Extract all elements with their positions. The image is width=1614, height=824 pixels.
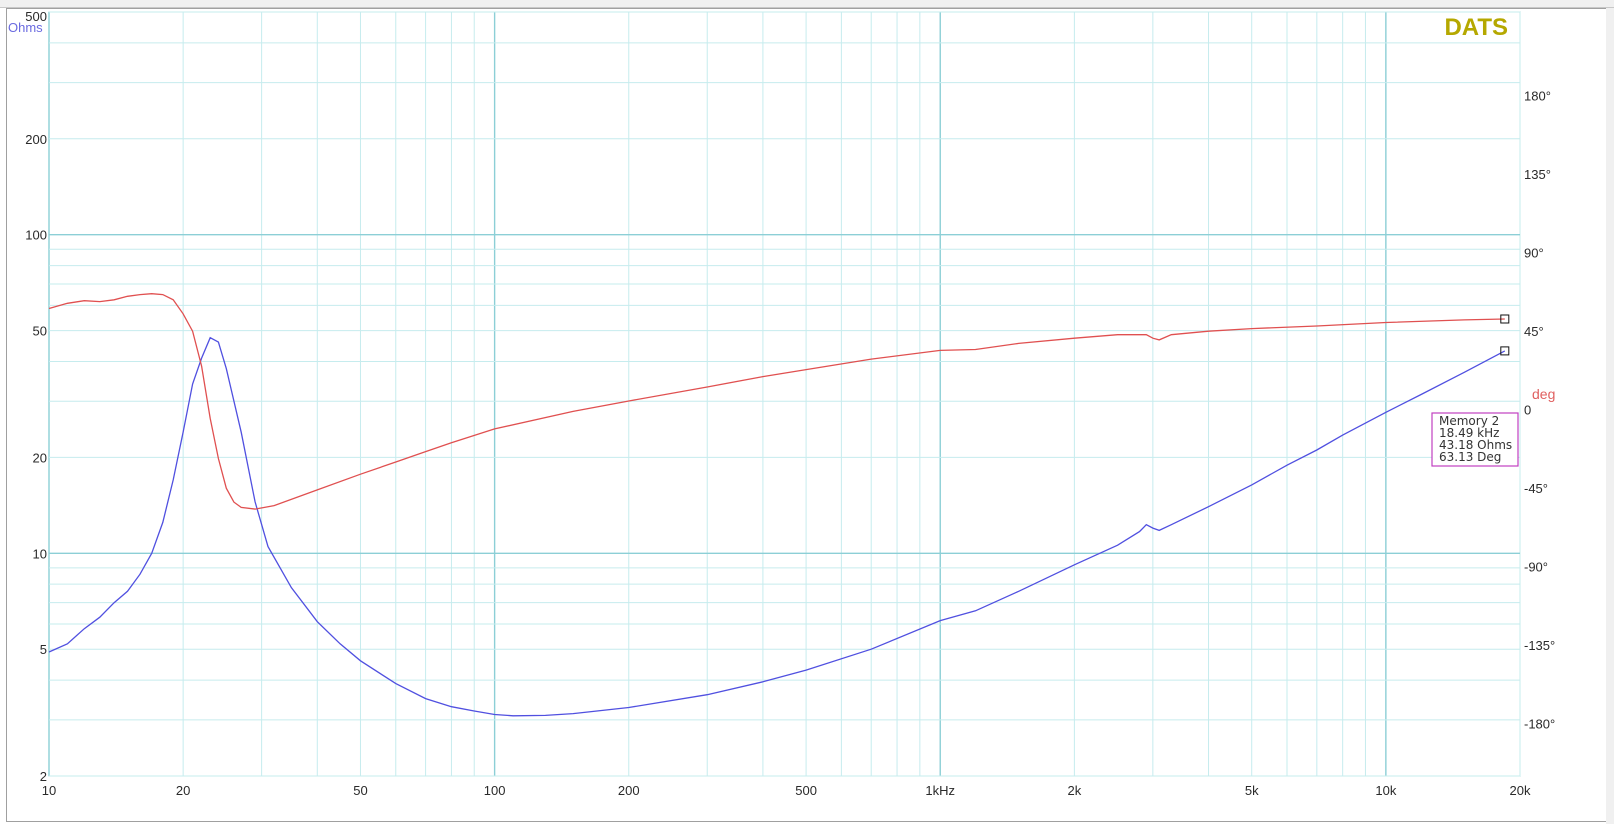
- left-y-tick-label: 50: [33, 324, 47, 339]
- left-y-tick-label: 2: [40, 769, 47, 784]
- impedance-chart[interactable]: 10 20 50 100 200 500 1kHz 2k 5k 10k 20k50020010050…: [0, 0, 1614, 824]
- right-y-tick-label: 0: [1524, 403, 1531, 418]
- x-tick-label: 1kHz: [925, 783, 955, 798]
- left-y-tick-label: 20: [33, 450, 47, 465]
- readout-line-phase: 63.13 Deg: [1439, 450, 1501, 464]
- x-tick-label: 10k: [1375, 783, 1396, 798]
- x-tick-label: 20: [176, 783, 190, 798]
- right-y-tick-label: 45°: [1524, 324, 1544, 339]
- brand-label: DATS: [1444, 14, 1508, 41]
- x-tick-label: 2k: [1068, 783, 1082, 798]
- plot-area[interactable]: [48, 11, 1521, 777]
- x-tick-label: 50: [353, 783, 367, 798]
- left-y-tick-label: 100: [25, 228, 47, 243]
- x-tick-label: 500: [795, 783, 817, 798]
- right-y-tick-label: -180°: [1524, 717, 1555, 732]
- left-y-tick-label: 5: [40, 642, 47, 657]
- right-y-tick-label: 90°: [1524, 246, 1544, 261]
- x-tick-label: 10: [42, 783, 56, 798]
- right-y-tick-label: -135°: [1524, 638, 1555, 653]
- x-tick-label: 200: [618, 783, 640, 798]
- left-y-tick-label: 200: [25, 132, 47, 147]
- right-y-tick-label: -90°: [1524, 560, 1548, 575]
- left-axis-label: Ohms: [8, 20, 43, 35]
- right-y-tick-label: -45°: [1524, 481, 1548, 496]
- right-y-tick-label: 135°: [1524, 167, 1551, 182]
- x-tick-label: 20k: [1510, 783, 1531, 798]
- readout-box: Memory 2 18.49 kHz 43.18 Ohms 63.13 Deg: [1431, 412, 1519, 467]
- right-axis-label: deg: [1532, 386, 1555, 402]
- x-tick-label: 100: [484, 783, 506, 798]
- x-tick-label: 5k: [1245, 783, 1259, 798]
- right-y-tick-label: 180°: [1524, 89, 1551, 104]
- left-y-tick-label: 10: [33, 546, 47, 561]
